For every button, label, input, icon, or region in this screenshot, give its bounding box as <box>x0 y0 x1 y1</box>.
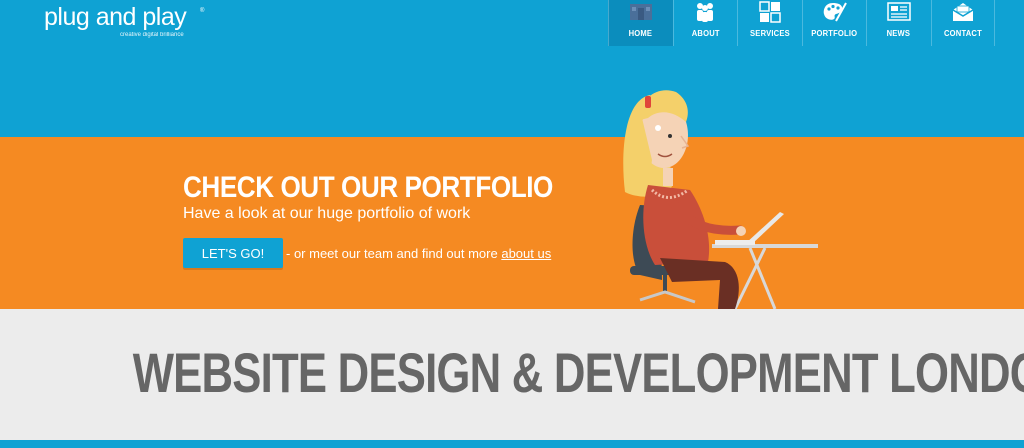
footer-band <box>0 440 1024 448</box>
about-us-prompt-text: - or meet our team and find out more <box>286 246 498 261</box>
nav-item-home[interactable]: HOME <box>608 0 673 46</box>
about-us-prompt: - or meet our team and find out more abo… <box>286 246 551 261</box>
nav-item-portfolio[interactable]: PORTFOLIO <box>801 0 867 46</box>
nav-item-contact[interactable]: CONTACT <box>930 0 995 46</box>
envelope-icon <box>950 0 976 24</box>
nav-item-services[interactable]: SERVICES <box>737 0 802 46</box>
newspaper-icon <box>886 0 912 24</box>
hero-subtitle: Have a look at our huge portfolio of wor… <box>183 205 471 222</box>
grid-icon <box>757 0 783 24</box>
girl-at-laptop-illustration <box>623 90 818 309</box>
palette-icon <box>821 0 848 24</box>
home-icon <box>628 0 654 24</box>
nav-label: CONTACT <box>943 29 982 38</box>
people-icon <box>692 0 718 24</box>
logo-text: plug and play <box>44 3 187 31</box>
hero-title: CHECK OUT OUR PORTFOLIO <box>183 171 553 204</box>
main-nav: HOME ABOUT SERVICES PORTFOLIO NEWS CONTA… <box>608 0 995 46</box>
nav-label: SERVICES <box>749 29 790 38</box>
about-us-link[interactable]: about us <box>501 246 551 261</box>
logo-trademark: ® <box>200 8 205 14</box>
site-logo[interactable]: plug and play ® creative digital brillia… <box>44 2 204 38</box>
page-tagline: WEBSITE DESIGN & DEVELOPMENT LONDON <box>0 340 1024 405</box>
lets-go-button[interactable]: LET'S GO! <box>183 238 283 268</box>
nav-label: PORTFOLIO <box>811 29 858 38</box>
nav-label: ABOUT <box>691 29 720 38</box>
hero-banner <box>0 137 1024 309</box>
nav-item-news[interactable]: NEWS <box>866 0 931 46</box>
nav-label: HOME <box>628 29 653 38</box>
page-tagline-text: WEBSITE DESIGN & DEVELOPMENT LONDON <box>132 341 1024 404</box>
logo-tagline: creative digital brilliance <box>120 32 184 38</box>
nav-label: NEWS <box>886 29 911 38</box>
nav-item-about[interactable]: ABOUT <box>672 0 738 46</box>
